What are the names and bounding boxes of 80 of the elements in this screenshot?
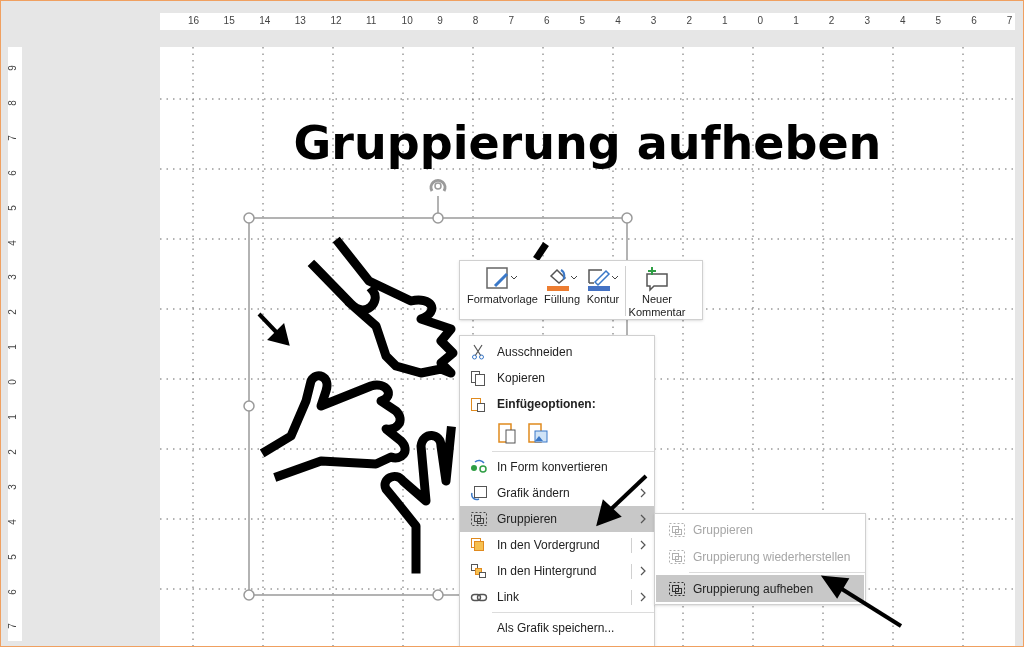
menu-item[interactable]: Als Grafik speichern...: [460, 615, 654, 641]
ruler-number: 3: [864, 14, 870, 28]
ruler-number: 7: [7, 623, 18, 630]
shape-convert-icon: [470, 459, 488, 475]
toolbar-button[interactable]: Formatvorlage: [464, 266, 541, 306]
ruler-number: 6: [7, 588, 18, 595]
ruler-number: 1: [722, 14, 728, 28]
picture-swap-icon: [470, 485, 488, 501]
ruler-number: 11: [366, 14, 377, 28]
paste-picture-icon[interactable]: [527, 421, 549, 445]
ungroup-icon: [668, 580, 686, 597]
menu-item[interactable]: Link: [460, 584, 654, 610]
ruler-number: 5: [7, 204, 18, 211]
ruler-number: 12: [330, 14, 342, 28]
clipboard-icon[interactable]: [497, 421, 519, 445]
ruler-number: 4: [7, 518, 18, 525]
send-backward-icon: [470, 563, 488, 579]
group-icon: [470, 511, 488, 527]
chevron-icon: [640, 592, 646, 602]
ruler-number: 4: [615, 14, 621, 28]
comment-button[interactable]: Neuer Kommentar: [628, 266, 686, 319]
ruler-number: 3: [7, 274, 18, 281]
menu-item[interactable]: Grafik ändern: [460, 480, 654, 506]
brush-icon: [485, 266, 520, 292]
chevron-icon: [640, 488, 646, 498]
ruler-number: 14: [259, 14, 271, 28]
hand-fragment-drawing: [533, 242, 549, 261]
menu-item[interactable]: In Form konvertieren: [460, 454, 654, 480]
group-icon: [668, 521, 686, 538]
ruler-number: 6: [7, 169, 18, 176]
arrow: [596, 474, 648, 527]
ruler-number: 7: [508, 14, 514, 28]
menu-item[interactable]: Kopieren: [460, 365, 654, 391]
ruler-number: 4: [7, 239, 18, 246]
ruler-number: 9: [437, 14, 443, 28]
ruler-number: 2: [686, 14, 692, 28]
paint-bucket-icon: [544, 266, 579, 292]
ruler-number: 5: [7, 553, 18, 560]
toolbar-button[interactable]: Füllung: [540, 266, 583, 306]
ruler-number: 7: [7, 135, 18, 141]
pen-icon: [586, 266, 620, 292]
menu-item[interactable]: Gruppierung aufheben: [656, 575, 864, 602]
ruler-number: 16: [188, 14, 200, 28]
slide-title: Gruppierung aufheben: [293, 116, 882, 170]
ruler-number: 9: [7, 65, 18, 71]
copy-icon: [470, 370, 488, 386]
toolbar-button[interactable]: Kontur: [583, 266, 623, 306]
ruler-number: 2: [7, 449, 18, 455]
ruler-number: 1: [7, 414, 18, 420]
chevron-icon: [640, 514, 646, 524]
ruler-number: 6: [544, 14, 550, 28]
ruler-number: 3: [650, 14, 657, 28]
ruler-number: 0: [7, 379, 18, 385]
ruler-number: 1: [7, 344, 18, 350]
ruler-number: 3: [7, 484, 18, 490]
menu-item[interactable]: Gruppieren: [460, 506, 654, 532]
menu-item[interactable]: In den Hintergrund: [460, 558, 654, 584]
arrow: [257, 312, 290, 346]
clipboard-icon: [470, 396, 488, 412]
regroup-icon: [668, 548, 686, 565]
chevron-icon: [640, 540, 646, 550]
ruler-number: 1: [793, 14, 799, 28]
ruler-number: 2: [7, 309, 18, 316]
chevron-icon: [640, 566, 646, 576]
ruler-number: 5: [935, 14, 942, 28]
menu-heading: Einfügeoptionen:: [460, 391, 654, 417]
ruler-number: 8: [7, 100, 18, 106]
ruler-number: 5: [579, 14, 586, 28]
ruler-number: 6: [971, 14, 977, 28]
ruler-number: 0: [757, 14, 764, 28]
ruler-number: 7: [1006, 14, 1013, 28]
menu-item[interactable]: Ausschneiden: [460, 339, 654, 365]
ruler-number: 4: [900, 14, 906, 28]
menu-item[interactable]: In den Vordergrund: [460, 532, 654, 558]
ruler-number: 8: [472, 14, 479, 28]
ruler-number: 15: [223, 14, 235, 28]
ruler-number: 10: [401, 14, 413, 28]
ruler-number: 13: [294, 14, 306, 28]
comment-icon: [644, 266, 670, 292]
ruler-number: 2: [828, 14, 835, 28]
